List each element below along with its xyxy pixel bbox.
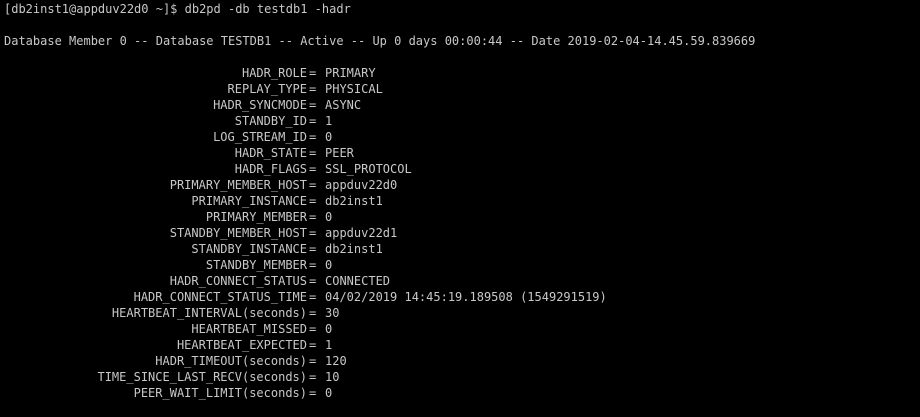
hadr-field-row: PRIMARY_INSTANCE = db2inst1 <box>0 193 920 209</box>
hadr-field-row: LOG_STREAM_ID = 0 <box>0 129 920 145</box>
shell-prompt: [db2inst1@appduv22d0 ~]$ <box>4 2 185 16</box>
hadr-field-key: PRIMARY_MEMBER <box>205 210 307 224</box>
equals-sign: = <box>309 322 317 336</box>
hadr-field-value: db2inst1 <box>325 242 383 256</box>
hadr-field-key: HEARTBEAT_INTERVAL(seconds) <box>111 306 307 320</box>
equals-sign: = <box>309 258 317 272</box>
hadr-output: HADR_ROLE = PRIMARY REPLAY_TYPE = PHYSICAL HAD… <box>0 65 920 401</box>
equals-sign: = <box>309 146 317 160</box>
hadr-field-key: LOG_STREAM_ID <box>213 130 307 144</box>
hadr-field-row: HADR_SYNCMODE = ASYNC <box>0 97 920 113</box>
hadr-field-key: HADR_CONNECT_STATUS <box>169 274 307 288</box>
hadr-field-row: PRIMARY_MEMBER_HOST = appduv22d0 <box>0 177 920 193</box>
hadr-field-value: PRIMARY <box>325 66 376 80</box>
hadr-field-value: PEER <box>325 146 354 160</box>
hadr-field-value: ASYNC <box>325 98 362 112</box>
equals-sign: = <box>309 306 317 320</box>
hadr-field-key: HEARTBEAT_EXPECTED <box>176 338 307 352</box>
equals-sign: = <box>309 226 317 240</box>
equals-sign: = <box>309 178 317 192</box>
hadr-field-key: HADR_ROLE <box>241 66 307 80</box>
hadr-field-value: appduv22d1 <box>325 226 398 240</box>
equals-sign: = <box>309 370 317 384</box>
command-prompt-line: [db2inst1@appduv22d0 ~]$ db2pd -db testd… <box>4 1 351 17</box>
hadr-field-key: PRIMARY_MEMBER_HOST <box>169 178 307 192</box>
hadr-field-value: 0 <box>325 258 333 272</box>
hadr-field-key: STANDBY_INSTANCE <box>191 242 307 256</box>
equals-sign: = <box>309 130 317 144</box>
hadr-field-key: HADR_CONNECT_STATUS_TIME <box>133 290 307 304</box>
hadr-field-key: HADR_SYNCMODE <box>213 98 307 112</box>
hadr-field-row: STANDBY_INSTANCE = db2inst1 <box>0 241 920 257</box>
hadr-field-key: HADR_FLAGS <box>234 162 307 176</box>
hadr-field-key: STANDBY_ID <box>234 114 307 128</box>
equals-sign: = <box>309 114 317 128</box>
hadr-field-value: SSL_PROTOCOL <box>325 162 412 176</box>
hadr-field-value: 0 <box>325 210 333 224</box>
equals-sign: = <box>309 338 317 352</box>
hadr-field-row: PRIMARY_MEMBER = 0 <box>0 209 920 225</box>
hadr-field-row: PEER_WAIT_LIMIT(seconds) = 0 <box>0 385 920 401</box>
hadr-field-row: STANDBY_ID = 1 <box>0 113 920 129</box>
hadr-field-row: HADR_ROLE = PRIMARY <box>0 65 920 81</box>
hadr-field-row: HADR_STATE = PEER <box>0 145 920 161</box>
hadr-field-value: appduv22d0 <box>325 178 398 192</box>
hadr-field-value: 10 <box>325 370 340 384</box>
hadr-field-key: REPLAY_TYPE <box>227 82 307 96</box>
hadr-field-key: HADR_STATE <box>234 146 307 160</box>
hadr-field-value: db2inst1 <box>325 194 383 208</box>
hadr-field-row: HEARTBEAT_MISSED = 0 <box>0 321 920 337</box>
hadr-field-key: HEARTBEAT_MISSED <box>191 322 307 336</box>
equals-sign: = <box>309 210 317 224</box>
hadr-field-row: HADR_TIMEOUT(seconds) = 120 <box>0 353 920 369</box>
hadr-field-row: HEARTBEAT_INTERVAL(seconds) = 30 <box>0 305 920 321</box>
equals-sign: = <box>309 242 317 256</box>
hadr-field-value: 0 <box>325 130 333 144</box>
hadr-field-row: HADR_CONNECT_STATUS_TIME = 04/02/2019 14:4… <box>0 289 920 305</box>
hadr-field-value: 1 <box>325 114 333 128</box>
equals-sign: = <box>309 66 317 80</box>
equals-sign: = <box>309 194 317 208</box>
terminal-window[interactable]: [db2inst1@appduv22d0 ~]$ db2pd -db testd… <box>0 0 920 417</box>
hadr-field-key: STANDBY_MEMBER <box>205 258 307 272</box>
hadr-field-value: 1 <box>325 338 333 352</box>
equals-sign: = <box>309 162 317 176</box>
hadr-field-value: 04/02/2019 14:45:19.189508 (1549291519) <box>325 290 607 304</box>
equals-sign: = <box>309 290 317 304</box>
hadr-field-row: STANDBY_MEMBER_HOST = appduv22d1 <box>0 225 920 241</box>
command-text: db2pd -db testdb1 -hadr <box>184 2 351 16</box>
equals-sign: = <box>309 98 317 112</box>
hadr-field-row: STANDBY_MEMBER = 0 <box>0 257 920 273</box>
hadr-field-row: TIME_SINCE_LAST_RECV(seconds) = 10 <box>0 369 920 385</box>
hadr-field-value: 30 <box>325 306 340 320</box>
hadr-field-value: 0 <box>325 322 333 336</box>
equals-sign: = <box>309 82 317 96</box>
hadr-field-value: CONNECTED <box>325 274 391 288</box>
hadr-field-value: 0 <box>325 386 333 400</box>
hadr-field-value: 120 <box>325 354 347 368</box>
database-status-line: Database Member 0 -- Database TESTDB1 --… <box>4 34 756 48</box>
hadr-field-row: HADR_CONNECT_STATUS = CONNECTED <box>0 273 920 289</box>
hadr-field-key: HADR_TIMEOUT(seconds) <box>155 354 307 368</box>
hadr-field-row: REPLAY_TYPE = PHYSICAL <box>0 81 920 97</box>
hadr-field-row: HADR_FLAGS = SSL_PROTOCOL <box>0 161 920 177</box>
equals-sign: = <box>309 386 317 400</box>
equals-sign: = <box>309 274 317 288</box>
hadr-field-row: HEARTBEAT_EXPECTED = 1 <box>0 337 920 353</box>
hadr-field-key: PEER_WAIT_LIMIT(seconds) <box>133 386 307 400</box>
hadr-field-key: STANDBY_MEMBER_HOST <box>169 226 307 240</box>
equals-sign: = <box>309 354 317 368</box>
hadr-field-key: PRIMARY_INSTANCE <box>191 194 307 208</box>
hadr-field-value: PHYSICAL <box>325 82 383 96</box>
hadr-field-key: TIME_SINCE_LAST_RECV(seconds) <box>97 370 307 384</box>
